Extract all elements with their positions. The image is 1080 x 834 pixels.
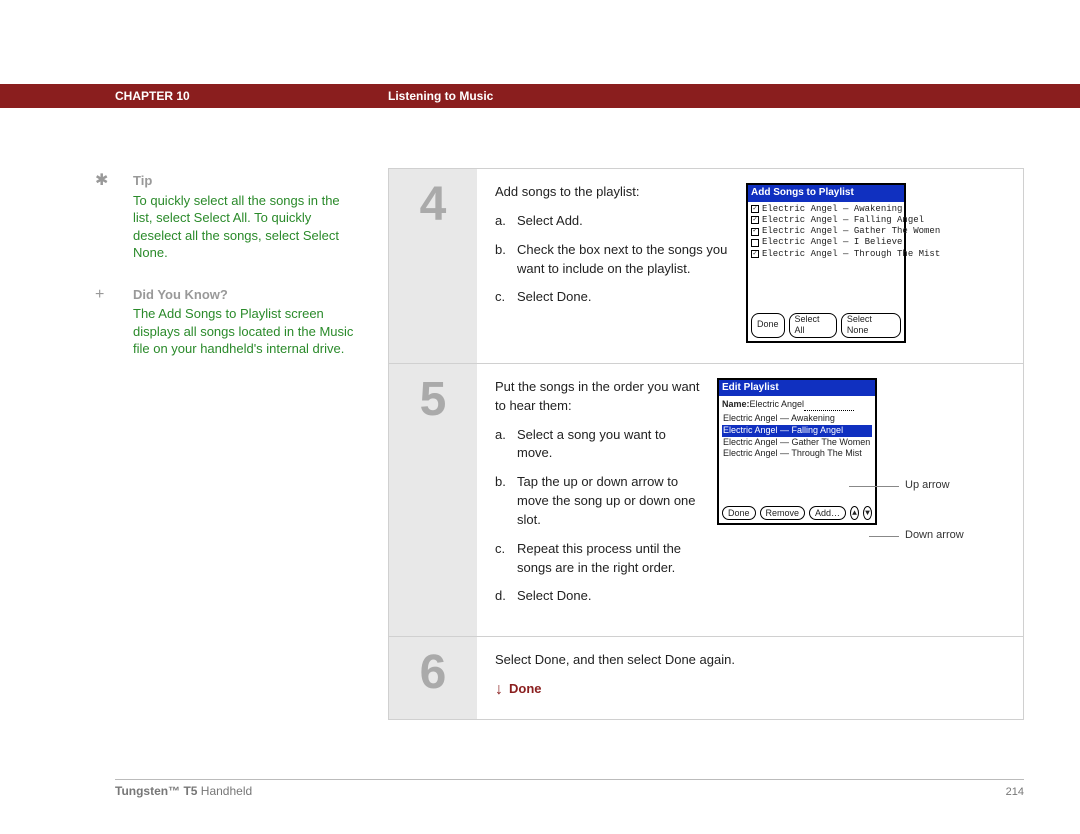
up-arrow-icon[interactable]: ▲ (850, 506, 859, 520)
footer-product: Tungsten™ T5 Handheld (115, 784, 252, 798)
chapter-title: Listening to Music (388, 89, 493, 103)
step-5: 5 Put the songs in the order you want to… (389, 364, 1023, 637)
playlist-name-row: Name:Electric Angel (719, 396, 875, 411)
checkbox-icon[interactable]: ✓ (751, 250, 759, 258)
select-none-button[interactable]: Select None (841, 313, 901, 338)
song-row[interactable]: ✓Electric Angel — Falling Angel (751, 215, 901, 226)
done-indicator: ↓ Done (495, 680, 1007, 699)
pda-title: Edit Playlist (719, 380, 875, 397)
step-number: 5 (389, 364, 477, 636)
checkbox-icon[interactable]: ✓ (751, 228, 759, 236)
step-4: 4 Add songs to the playlist: a.Select Ad… (389, 169, 1023, 364)
playlist-row[interactable]: Electric Angel — Through The Mist (722, 448, 872, 460)
chapter-header: CHAPTER 10 Listening to Music (0, 84, 1080, 108)
down-arrow-icon[interactable]: ▼ (863, 506, 872, 520)
song-row[interactable]: ✓Electric Angel — Awakening (751, 204, 901, 215)
step-6-intro: Select Done, and then select Done again. (495, 651, 1007, 670)
tip-block: ✱ Tip To quickly select all the songs in… (115, 172, 355, 262)
chapter-label: CHAPTER 10 (115, 89, 190, 103)
edit-playlist-screen: Edit Playlist Name:Electric Angel Electr… (717, 378, 877, 526)
step-4-intro: Add songs to the playlist: (495, 183, 730, 202)
song-row[interactable]: ✓Electric Angel — Through The Mist (751, 249, 901, 260)
remove-button[interactable]: Remove (760, 506, 806, 520)
page-footer: Tungsten™ T5 Handheld 214 (115, 779, 1024, 798)
select-all-button[interactable]: Select All (789, 313, 837, 338)
playlist-row[interactable]: Electric Angel — Awakening (722, 413, 872, 425)
step-6: 6 Select Done, and then select Done agai… (389, 637, 1023, 719)
down-arrow-done-icon: ↓ (495, 682, 503, 698)
step-number: 4 (389, 169, 477, 363)
did-you-know-body: The Add Songs to Playlist screen display… (133, 305, 355, 358)
done-button[interactable]: Done (751, 313, 785, 338)
sidebar: ✱ Tip To quickly select all the songs in… (115, 172, 355, 382)
add-button[interactable]: Add… (809, 506, 846, 520)
tip-heading: Tip (133, 172, 355, 190)
checkbox-icon[interactable] (751, 239, 759, 247)
tip-body: To quickly select all the songs in the l… (133, 192, 355, 262)
step-5-text: Put the songs in the order you want to h… (495, 378, 701, 616)
did-you-know-block: + Did You Know? The Add Songs to Playlis… (115, 286, 355, 358)
add-songs-screen: Add Songs to Playlist ✓Electric Angel — … (746, 183, 906, 343)
page-number: 214 (1006, 786, 1024, 798)
pda-title: Add Songs to Playlist (748, 185, 904, 202)
step-4-screenshot: Add Songs to Playlist ✓Electric Angel — … (746, 183, 906, 343)
playlist-row[interactable]: Electric Angel — Gather The Women (722, 437, 872, 449)
step-5-intro: Put the songs in the order you want to h… (495, 378, 701, 416)
song-row[interactable]: ✓Electric Angel — Gather The Women (751, 226, 901, 237)
did-you-know-heading: Did You Know? (133, 286, 355, 304)
steps-container: 4 Add songs to the playlist: a.Select Ad… (388, 168, 1024, 720)
plus-icon: + (95, 284, 104, 306)
done-button[interactable]: Done (722, 506, 756, 520)
step-6-text: Select Done, and then select Done again.… (495, 651, 1007, 699)
up-arrow-callout: Up arrow (905, 478, 950, 494)
down-arrow-callout: Down arrow (905, 528, 964, 544)
song-row[interactable]: Electric Angel — I Believe (751, 237, 901, 248)
step-5-screenshot: Edit Playlist Name:Electric Angel Electr… (717, 378, 1007, 616)
playlist-row-selected[interactable]: Electric Angel — Falling Angel (722, 425, 872, 437)
step-number: 6 (389, 637, 477, 719)
asterisk-icon: ✱ (95, 170, 108, 192)
step-4-text: Add songs to the playlist: a.Select Add.… (495, 183, 730, 343)
checkbox-icon[interactable]: ✓ (751, 205, 759, 213)
checkbox-icon[interactable]: ✓ (751, 216, 759, 224)
